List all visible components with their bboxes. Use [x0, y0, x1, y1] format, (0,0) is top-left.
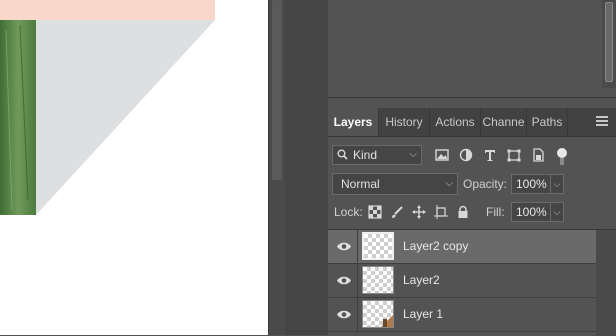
fill-input[interactable]: 100%: [511, 202, 551, 222]
tab-actions[interactable]: Actions: [430, 108, 481, 136]
shape-filter-icon[interactable]: [506, 146, 522, 164]
layer-row[interactable]: Layer2: [328, 264, 596, 298]
document-canvas[interactable]: [0, 0, 268, 335]
layer-name[interactable]: Layer2 copy: [403, 230, 468, 263]
layer-row[interactable]: Layer 1: [328, 298, 596, 332]
chevron-down-icon: ⌵: [445, 178, 453, 189]
layer-filter-bar: Kind ⌵: [328, 140, 616, 172]
opacity-label: Opacity:: [463, 177, 508, 191]
filter-kind-label: Kind: [353, 148, 378, 162]
upper-panel-scrollbar[interactable]: [602, 0, 616, 88]
visibility-toggle[interactable]: [328, 264, 358, 297]
layer-name[interactable]: Layer 1: [403, 298, 443, 331]
layers-panel-group: Layers History Actions Channe Paths Kind…: [328, 0, 616, 336]
opacity-input[interactable]: 100%: [511, 174, 551, 194]
toggle-stem: [560, 158, 564, 165]
blend-opacity-bar: Normal ⌵ Opacity: 100% ⌵: [328, 173, 616, 199]
upper-panel: [328, 0, 616, 98]
fill-label: Fill:: [486, 205, 505, 219]
adjustment-filter-icon[interactable]: [458, 146, 474, 164]
panel-tab-bar: Layers History Actions Channe Paths: [328, 108, 616, 137]
image-filter-icon[interactable]: [434, 146, 450, 164]
canvas-vertical-scrollbar[interactable]: [268, 0, 286, 335]
blend-mode-select[interactable]: Normal ⌵: [332, 173, 458, 195]
scrollbar-thumb[interactable]: [605, 2, 613, 82]
panel-dock-strip: [285, 0, 329, 335]
search-icon: [337, 149, 348, 160]
smart-object-filter-icon[interactable]: [530, 146, 546, 164]
scrollbar-thumb[interactable]: [272, 0, 282, 180]
layers-list: Layer2 copy Layer2 Layer 1: [328, 229, 616, 336]
fill-slider-toggle[interactable]: ⌵: [550, 202, 564, 222]
layers-list-scrollbar[interactable]: [596, 230, 616, 336]
layer-row[interactable]: Layer2 copy: [328, 230, 596, 264]
tab-history[interactable]: History: [379, 108, 430, 136]
opacity-slider-toggle[interactable]: ⌵: [550, 174, 564, 194]
chevron-down-icon: ⌵: [409, 149, 417, 160]
visibility-toggle[interactable]: [328, 298, 358, 331]
eye-icon: [337, 276, 351, 285]
lock-transparent-pixels-icon[interactable]: [368, 205, 382, 219]
lock-fill-bar: Lock: Fill: 100% ⌵: [328, 202, 616, 224]
lock-image-pixels-icon[interactable]: [390, 205, 404, 219]
tab-layers[interactable]: Layers: [328, 108, 379, 136]
tab-paths[interactable]: Paths: [527, 108, 568, 136]
layer-thumbnail: [362, 232, 394, 260]
lock-artboard-icon[interactable]: [434, 205, 448, 219]
hamburger-menu-icon[interactable]: [596, 116, 608, 126]
lock-position-icon[interactable]: [412, 205, 426, 219]
layer-name[interactable]: Layer2: [403, 264, 440, 297]
layer-thumbnail: [362, 266, 394, 294]
filter-kind-select[interactable]: Kind ⌵: [332, 145, 422, 165]
eye-icon: [337, 310, 351, 319]
type-filter-icon[interactable]: [482, 146, 498, 164]
lock-label: Lock:: [334, 205, 363, 219]
filter-toggle-icon[interactable]: [557, 148, 567, 158]
visibility-toggle[interactable]: [328, 230, 358, 263]
canvas-image: [0, 0, 215, 215]
layer-thumbnail-image: [381, 315, 393, 327]
lock-all-icon[interactable]: [456, 205, 470, 219]
layer-thumbnail: [362, 300, 394, 328]
tab-channels[interactable]: Channe: [481, 108, 527, 136]
blend-mode-value: Normal: [341, 177, 380, 191]
eye-icon: [337, 242, 351, 251]
